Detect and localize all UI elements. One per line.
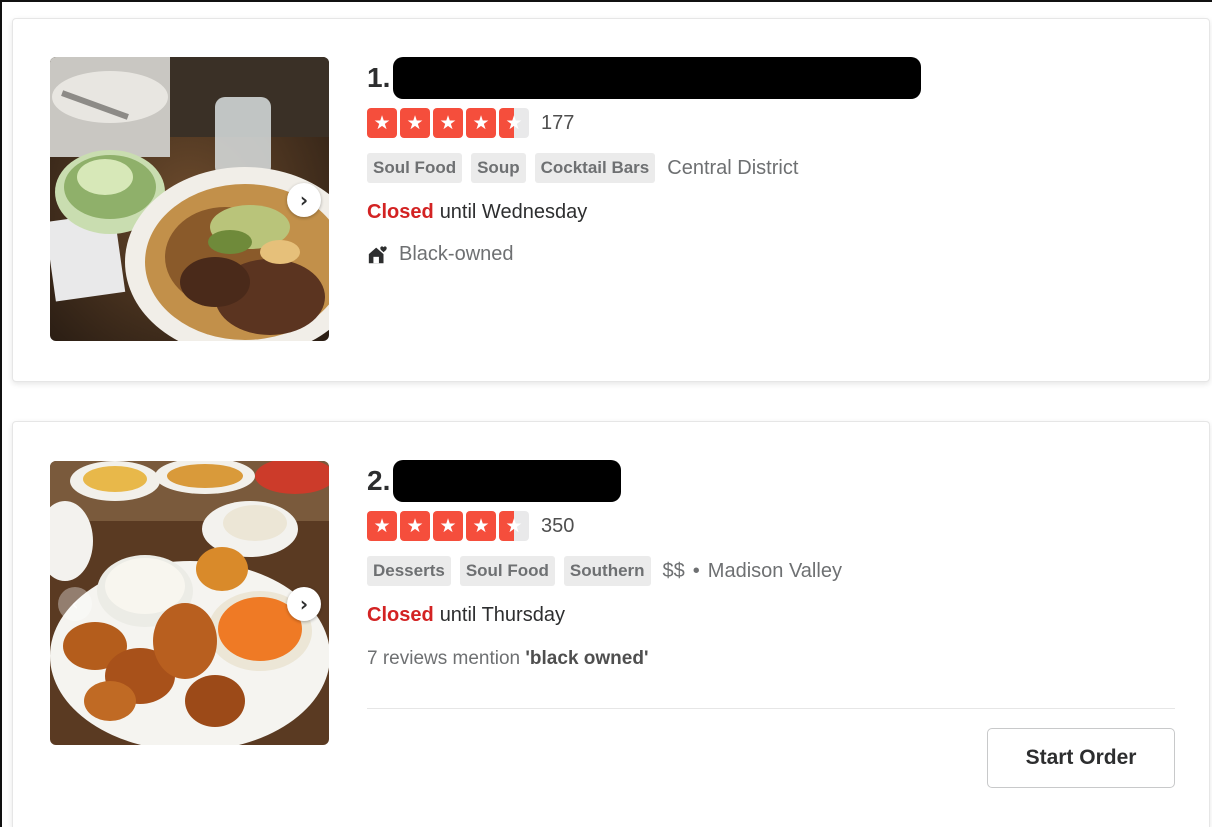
mention-prefix: 7 reviews mention bbox=[367, 648, 526, 669]
star-icon: ★ bbox=[466, 108, 496, 138]
next-photo-button[interactable]: › bbox=[287, 183, 321, 217]
mention-quote: 'black owned' bbox=[525, 648, 649, 669]
category-tag[interactable]: Southern bbox=[563, 556, 651, 586]
business-title[interactable]: 2. bbox=[367, 460, 1175, 502]
status-until: until Thursday bbox=[439, 603, 565, 626]
half-star-icon: ★ bbox=[499, 108, 529, 138]
business-photo[interactable]: › bbox=[50, 57, 329, 341]
star-icon: ★ bbox=[466, 511, 496, 541]
search-result-card[interactable]: › 1. ★ ★ ★ ★ ★ 177 Soul Food Soup Cockta… bbox=[12, 18, 1210, 382]
category-tag[interactable]: Soul Food bbox=[459, 556, 555, 586]
business-attribute: Black-owned bbox=[367, 243, 1175, 266]
divider bbox=[367, 708, 1175, 709]
review-mention[interactable]: 7 reviews mention 'black owned' bbox=[367, 648, 1175, 670]
separator-dot: • bbox=[692, 559, 700, 582]
result-rank: 2. bbox=[367, 465, 391, 496]
rating-row: ★ ★ ★ ★ ★ 350 bbox=[367, 510, 1175, 542]
star-rating: ★ ★ ★ ★ ★ bbox=[367, 108, 529, 138]
redacted-business-name bbox=[393, 57, 922, 99]
black-owned-icon bbox=[368, 245, 387, 263]
star-icon: ★ bbox=[433, 108, 463, 138]
star-icon: ★ bbox=[400, 511, 430, 541]
business-info: 1. ★ ★ ★ ★ ★ 177 Soul Food Soup Cocktail… bbox=[367, 57, 1175, 266]
price-range: $$ bbox=[662, 559, 685, 582]
business-photo[interactable]: ‹ › bbox=[50, 461, 329, 745]
start-order-button[interactable]: Start Order bbox=[987, 728, 1175, 788]
review-count[interactable]: 350 bbox=[541, 515, 574, 538]
neighborhood: Madison Valley bbox=[707, 559, 842, 582]
open-status: Closed until Wednesday bbox=[367, 199, 1175, 225]
category-tags: Desserts Soul Food Southern $$ • Madison… bbox=[367, 556, 1175, 586]
redacted-business-name bbox=[393, 460, 622, 502]
business-info: 2. ★ ★ ★ ★ ★ 350 Desserts Soul Food Sout… bbox=[367, 460, 1175, 670]
category-tag[interactable]: Desserts bbox=[367, 556, 451, 586]
business-title[interactable]: 1. bbox=[367, 57, 1175, 99]
category-tags: Soul Food Soup Cocktail Bars Central Dis… bbox=[367, 153, 1175, 183]
status-until: until Wednesday bbox=[439, 200, 588, 223]
star-icon: ★ bbox=[433, 511, 463, 541]
half-star-icon: ★ bbox=[499, 511, 529, 541]
rating-row: ★ ★ ★ ★ ★ 177 bbox=[367, 107, 1175, 139]
star-icon: ★ bbox=[367, 511, 397, 541]
neighborhood: Central District bbox=[667, 156, 799, 179]
status-closed: Closed bbox=[367, 200, 434, 223]
search-result-card[interactable]: ‹ › 2. ★ ★ ★ ★ ★ 350 Desserts Soul Food … bbox=[12, 421, 1210, 827]
next-photo-button[interactable]: › bbox=[287, 587, 321, 621]
review-count[interactable]: 177 bbox=[541, 112, 574, 135]
category-tag[interactable]: Soup bbox=[471, 153, 526, 183]
prev-photo-button[interactable]: ‹ bbox=[58, 587, 92, 621]
category-tag[interactable]: Cocktail Bars bbox=[534, 153, 656, 183]
category-tag[interactable]: Soul Food bbox=[367, 153, 463, 183]
attribute-label: Black-owned bbox=[399, 243, 514, 265]
open-status: Closed until Thursday bbox=[367, 602, 1175, 628]
result-rank: 1. bbox=[367, 62, 391, 93]
star-icon: ★ bbox=[400, 108, 430, 138]
star-rating: ★ ★ ★ ★ ★ bbox=[367, 511, 529, 541]
star-icon: ★ bbox=[367, 108, 397, 138]
status-closed: Closed bbox=[367, 603, 434, 626]
